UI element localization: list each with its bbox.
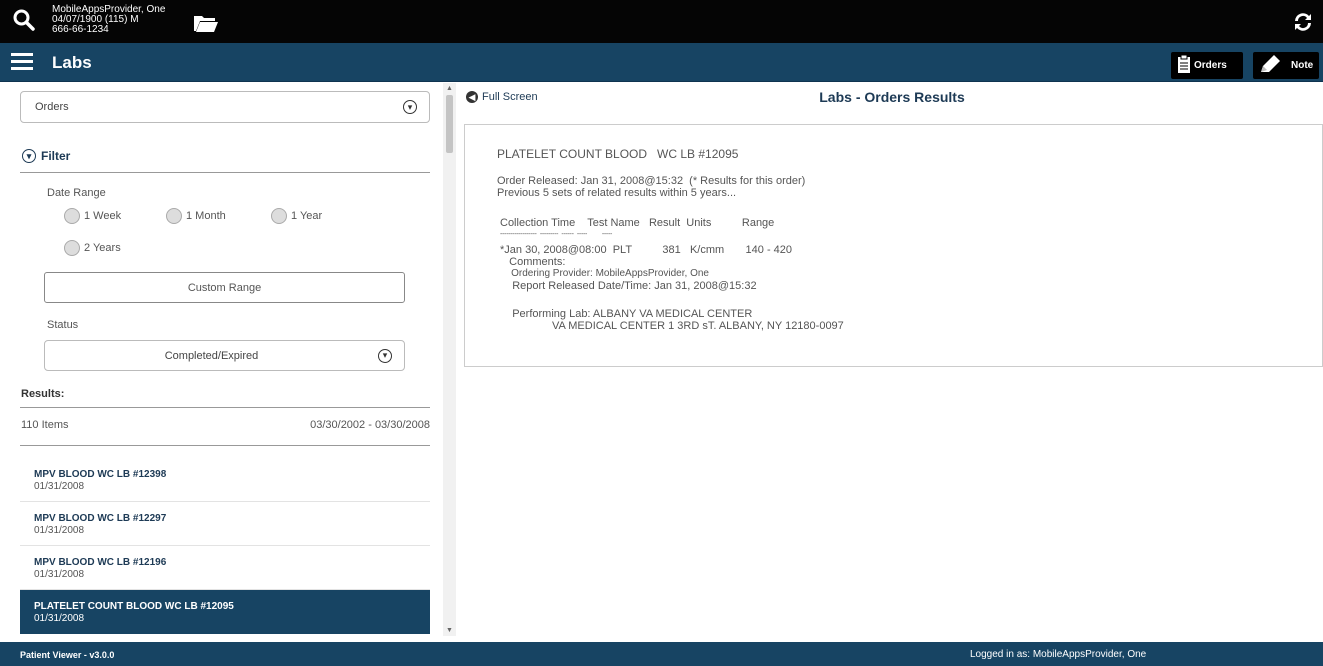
filter-label: Filter (41, 149, 71, 163)
chevron-down-icon: ▾ (378, 348, 392, 363)
item-date: 01/31/2008 (34, 481, 85, 492)
folder-icon[interactable] (193, 13, 219, 38)
clipboard-icon (1177, 54, 1191, 77)
radio-1-week[interactable]: 1 Week (64, 208, 121, 224)
chevron-down-icon: ▾ (22, 149, 36, 163)
radio-circle (271, 208, 287, 224)
app-version: Patient Viewer - v3.0.0 (20, 650, 115, 660)
patient-ssn: 666-66-1234 (52, 24, 109, 35)
status-dropdown[interactable]: Completed/Expired ▾ (44, 340, 405, 371)
item-name: MPV BLOOD WC LB #12297 (34, 513, 167, 524)
report-table-rule: ------------------ --------- ------ ----… (500, 231, 613, 238)
filter-toggle[interactable]: ▾ Filter (22, 149, 70, 163)
item-date: 01/31/2008 (34, 613, 85, 624)
report-line: Comments: (500, 256, 566, 268)
report-test-title: PLATELET COUNT BLOOD WC LB #12095 (497, 147, 739, 161)
radio-label: 1 Week (84, 210, 122, 222)
results-title: Labs - Orders Results (819, 89, 965, 105)
radio-circle (166, 208, 182, 224)
list-item[interactable]: MPV BLOOD WC LB #12398 01/31/2008 (20, 458, 430, 502)
page-title: Labs (52, 53, 92, 72)
radio-label: 2 Years (84, 242, 121, 254)
app-header: Labs (0, 43, 1323, 82)
custom-range-button[interactable]: Custom Range (44, 272, 405, 303)
orders-dropdown[interactable]: Orders ▾ (20, 91, 430, 123)
list-item[interactable]: MPV BLOOD WC LB #12196 01/31/2008 (20, 546, 430, 590)
radio-circle (64, 208, 80, 224)
results-list: MPV BLOOD WC LB #12398 01/31/2008 MPV BL… (20, 458, 430, 634)
scroll-up-icon[interactable]: ▲ (446, 85, 453, 92)
results-label: Results: (21, 388, 65, 400)
results-date-range: 03/30/2002 - 03/30/2008 (310, 419, 430, 431)
note-button-label: Note (1291, 60, 1314, 71)
note-button[interactable]: Note (1253, 52, 1319, 79)
search-icon[interactable] (12, 8, 36, 37)
orders-dropdown-value: Orders (35, 101, 69, 113)
item-name: MPV BLOOD WC LB #12398 (34, 469, 167, 480)
item-name: MPV BLOOD WC LB #12196 (34, 557, 167, 568)
list-item-selected[interactable]: PLATELET COUNT BLOOD WC LB #12095 01/31/… (20, 590, 430, 634)
report-line: VA MEDICAL CENTER 1 3RD sT. ALBANY, NY 1… (500, 320, 844, 332)
scroll-down-icon[interactable]: ▼ (446, 627, 453, 634)
report-panel: PLATELET COUNT BLOOD WC LB #12095 Order … (464, 124, 1323, 367)
hamburger-menu-icon[interactable] (11, 53, 33, 71)
radio-circle (64, 240, 80, 256)
pencil-icon (1259, 54, 1281, 77)
orders-button-label: Orders (1194, 60, 1227, 71)
radio-1-year[interactable]: 1 Year (271, 208, 322, 224)
radio-1-month[interactable]: 1 Month (166, 208, 226, 224)
report-line: Performing Lab: ALBANY VA MEDICAL CENTER (500, 308, 753, 320)
list-item[interactable]: MPV BLOOD WC LB #12297 01/31/2008 (20, 502, 430, 546)
divider (20, 445, 430, 446)
status-label: Status (47, 319, 79, 331)
item-date: 01/31/2008 (34, 525, 85, 536)
patient-info: MobileAppsProvider, One 04/07/1900 (115)… (52, 5, 165, 35)
radio-label: 1 Month (186, 210, 226, 222)
radio-label: 1 Year (291, 210, 323, 222)
chevron-down-icon: ▾ (403, 100, 417, 114)
report-line: Report Released Date/Time: Jan 31, 2008@… (500, 280, 757, 292)
status-dropdown-value: Completed/Expired (164, 349, 259, 362)
report-line: Order Released: Jan 31, 2008@15:32 (* Re… (497, 175, 806, 187)
footer-bar: Patient Viewer - v3.0.0 Logged in as: Mo… (0, 642, 1323, 666)
report-line: Ordering Provider: MobileAppsProvider, O… (500, 268, 709, 279)
patient-bar: MobileAppsProvider, One 04/07/1900 (115)… (0, 0, 1323, 43)
date-range-label: Date Range (47, 187, 106, 199)
report-table-header: Collection Time Test Name Result Units R… (500, 217, 775, 229)
left-scrollbar[interactable]: ▲ ▼ (443, 83, 456, 636)
item-name: PLATELET COUNT BLOOD WC LB #12095 (34, 601, 234, 612)
sync-icon[interactable] (1291, 10, 1315, 39)
logged-in-user: Logged in as: MobileAppsProvider, One (970, 649, 1147, 660)
divider (20, 407, 430, 408)
item-date: 01/31/2008 (34, 569, 85, 580)
orders-button[interactable]: Orders (1171, 52, 1243, 79)
radio-2-years[interactable]: 2 Years (64, 240, 121, 256)
report-result-row: *Jan 30, 2008@08:00 PLT 381 K/cmm 140 - … (500, 244, 793, 256)
scrollbar-thumb[interactable] (446, 95, 453, 153)
item-count: 110 Items (21, 419, 69, 431)
divider (20, 172, 430, 173)
report-line: Previous 5 sets of related results withi… (497, 187, 737, 199)
left-panel: Orders ▾ ▾ Filter Date Range 1 Week 1 Mo… (0, 83, 442, 636)
